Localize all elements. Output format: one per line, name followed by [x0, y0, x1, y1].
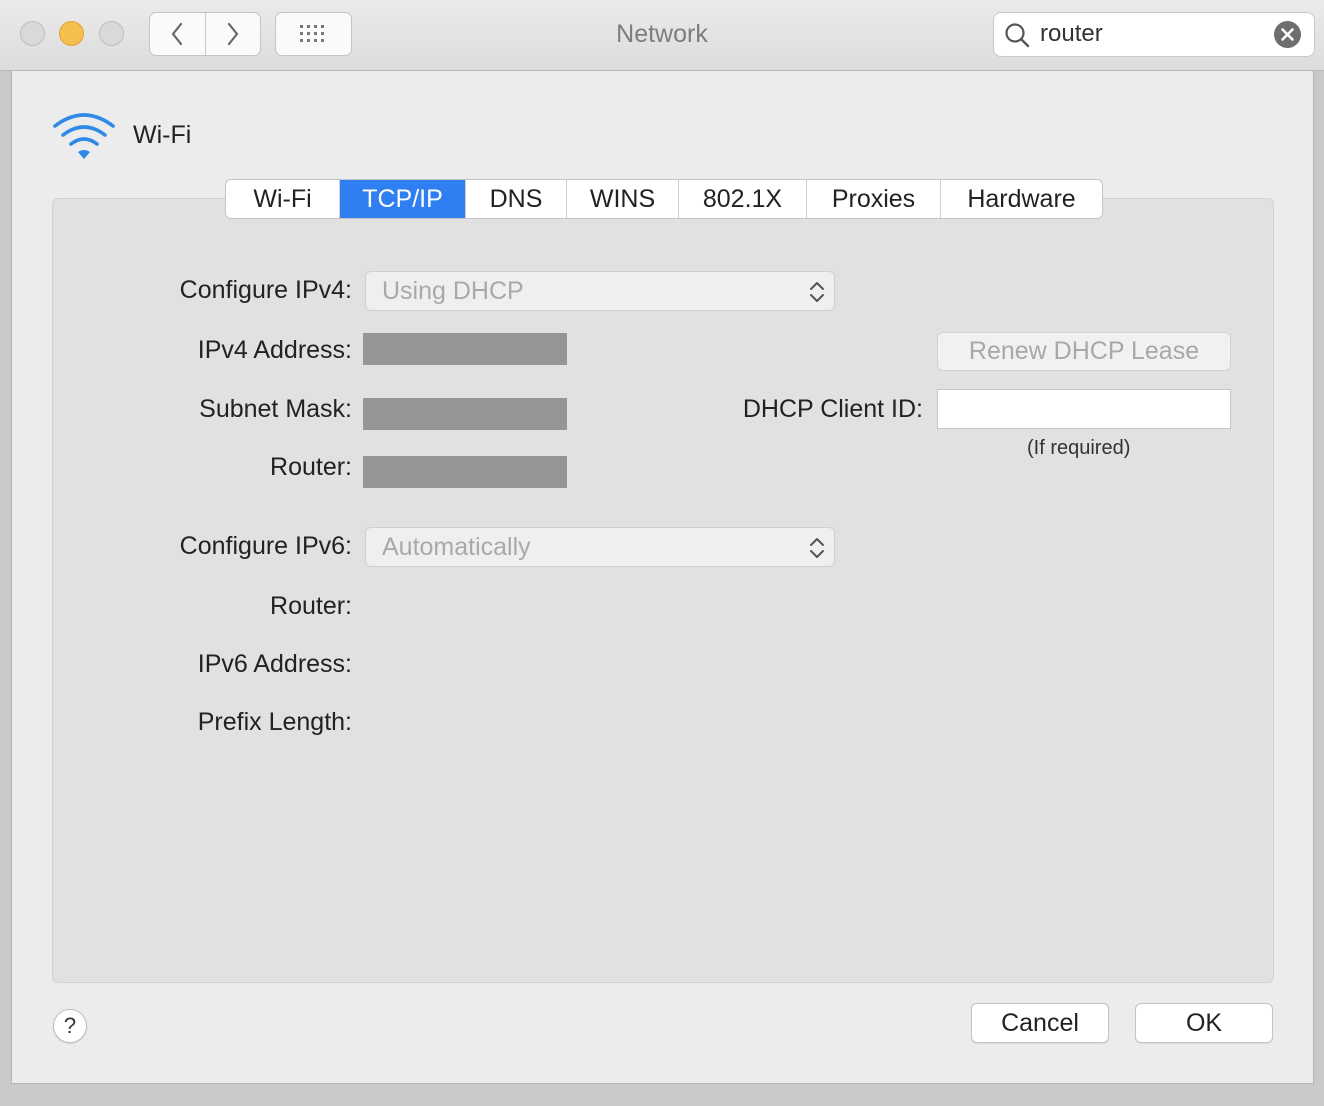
- configure-ipv6-value: Automatically: [382, 533, 531, 561]
- tab-hardware[interactable]: Hardware: [940, 180, 1102, 218]
- up-down-arrows-icon: [810, 282, 824, 302]
- dhcp-client-id-label: DHCP Client ID:: [742, 395, 923, 423]
- search-icon: [1005, 23, 1030, 48]
- tab-bar: Wi-Fi TCP/IP DNS WINS 802.1X Proxies Har…: [225, 179, 1103, 219]
- title-bar: Network: [0, 0, 1324, 71]
- search-field[interactable]: [993, 12, 1315, 57]
- configure-ipv4-label: Configure IPv4:: [179, 276, 352, 304]
- tab-dns[interactable]: DNS: [465, 180, 566, 218]
- subnet-mask-redacted: [363, 398, 567, 430]
- ipv6-router-label: Router:: [270, 592, 352, 620]
- ipv6-address-label: IPv6 Address:: [197, 650, 352, 678]
- tab-tcpip[interactable]: TCP/IP: [339, 180, 465, 218]
- configure-ipv4-popup[interactable]: Using DHCP: [365, 271, 835, 311]
- wifi-icon: [53, 113, 115, 159]
- search-input[interactable]: [1040, 19, 1260, 49]
- tcpip-panel: [52, 198, 1274, 983]
- tab-wins[interactable]: WINS: [566, 180, 678, 218]
- ipv4-router-label: Router:: [270, 453, 352, 481]
- ipv4-address-label: IPv4 Address:: [197, 336, 352, 364]
- tab-8021x[interactable]: 802.1X: [678, 180, 806, 218]
- network-preferences-window: Network Wi-Fi Wi-Fi TCP/IP DNS WI: [0, 0, 1324, 1106]
- ipv4-address-redacted: [363, 333, 567, 365]
- help-button[interactable]: ?: [53, 1009, 87, 1043]
- tab-wifi[interactable]: Wi-Fi: [226, 180, 339, 218]
- cancel-button[interactable]: Cancel: [971, 1003, 1109, 1043]
- configure-ipv4-value: Using DHCP: [382, 277, 524, 305]
- configure-ipv6-label: Configure IPv6:: [179, 532, 352, 560]
- renew-dhcp-lease-button[interactable]: Renew DHCP Lease: [937, 332, 1231, 371]
- ok-button[interactable]: OK: [1135, 1003, 1273, 1043]
- clear-search-icon[interactable]: [1273, 20, 1302, 49]
- service-name: Wi-Fi: [133, 121, 192, 149]
- up-down-arrows-icon: [810, 538, 824, 558]
- tab-proxies[interactable]: Proxies: [806, 180, 940, 218]
- prefix-length-label: Prefix Length:: [197, 708, 352, 736]
- dhcp-client-id-field[interactable]: [937, 389, 1231, 429]
- ipv4-router-redacted: [363, 456, 567, 488]
- subnet-mask-label: Subnet Mask:: [199, 395, 352, 423]
- dhcp-client-id-hint: (If required): [1027, 437, 1131, 459]
- configure-ipv6-popup[interactable]: Automatically: [365, 527, 835, 567]
